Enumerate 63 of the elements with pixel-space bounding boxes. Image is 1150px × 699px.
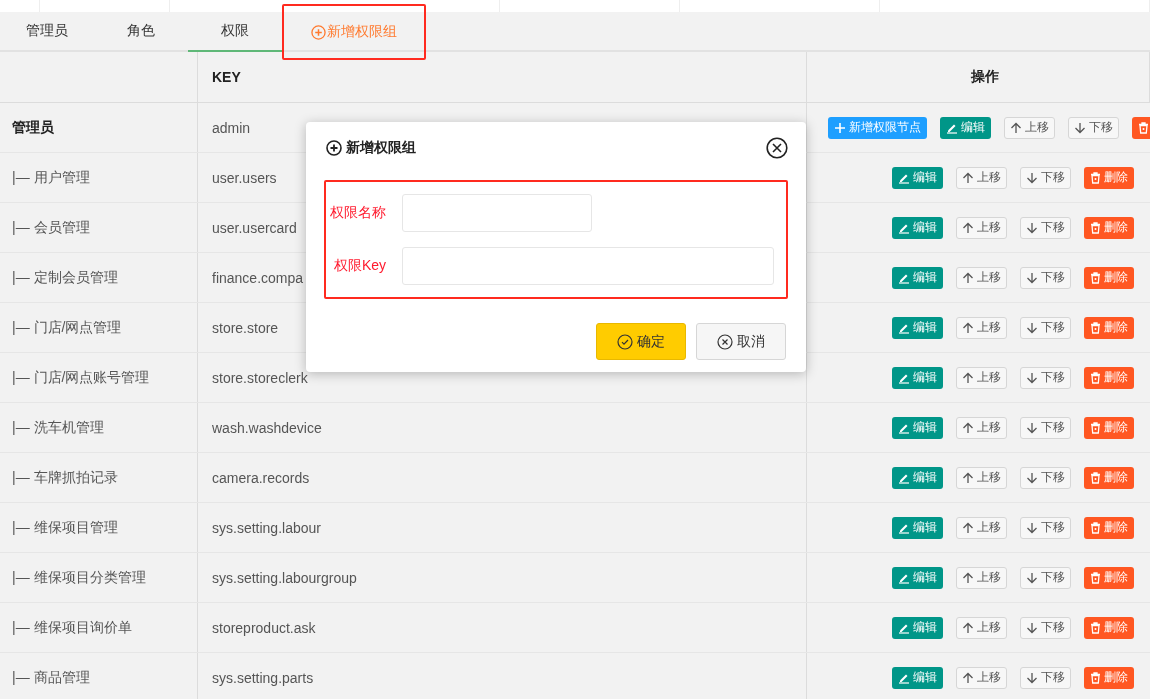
edit-button[interactable]: 编辑 <box>892 316 943 339</box>
permission-name: |— 门店/网点账号管理 <box>0 353 198 402</box>
move-down-button[interactable]: 下移 <box>1020 466 1071 489</box>
edit-button[interactable]: 编辑 <box>892 416 943 439</box>
permission-key: storeproduct.ask <box>198 603 807 652</box>
permission-name: |— 会员管理 <box>0 203 198 252</box>
edit-button[interactable]: 编辑 <box>892 366 943 389</box>
move-down-button[interactable]: 下移 <box>1020 316 1071 339</box>
permission-name: |— 门店/网点管理 <box>0 303 198 352</box>
edit-button[interactable]: 编辑 <box>892 516 943 539</box>
field-label: 权限Key <box>332 257 387 275</box>
permission-key: sys.setting.labourgroup <box>198 553 807 602</box>
edit-button[interactable]: 编辑 <box>892 616 943 639</box>
move-down-button[interactable]: 下移 <box>1020 566 1071 589</box>
tab[interactable]: 权限 <box>188 12 282 52</box>
move-down-button[interactable]: 下移 <box>1020 666 1071 689</box>
column-header: KEY <box>198 52 807 102</box>
permission-key: sys.setting.labour <box>198 503 807 552</box>
move-up-button[interactable]: 上移 <box>956 516 1007 539</box>
tab[interactable]: 角色 <box>94 12 188 52</box>
move-up-button[interactable]: 上移 <box>956 616 1007 639</box>
move-down-button[interactable]: 下移 <box>1020 416 1071 439</box>
move-up-button[interactable]: 上移 <box>956 316 1007 339</box>
move-up-button[interactable]: 上移 <box>956 416 1007 439</box>
permission-key: sys.setting.parts <box>198 653 807 699</box>
cancel-button[interactable]: 取消 <box>696 323 786 360</box>
edit-button[interactable]: 编辑 <box>940 116 991 139</box>
permission-name: |— 维保项目分类管理 <box>0 553 198 602</box>
confirm-button[interactable]: 确定 <box>596 323 686 360</box>
move-down-button[interactable]: 下移 <box>1068 116 1119 139</box>
move-up-button[interactable]: 上移 <box>956 466 1007 489</box>
edit-button[interactable]: 编辑 <box>892 216 943 239</box>
edit-button[interactable]: 编辑 <box>892 166 943 189</box>
move-up-button[interactable]: 上移 <box>956 666 1007 689</box>
move-up-button[interactable]: 上移 <box>1004 116 1055 139</box>
move-up-button[interactable]: 上移 <box>956 216 1007 239</box>
permission-name: |— 用户管理 <box>0 153 198 202</box>
field-label: 权限名称 <box>329 204 387 222</box>
permission-name: |— 洗车机管理 <box>0 403 198 452</box>
move-down-button[interactable]: 下移 <box>1020 266 1071 289</box>
tab[interactable]: 管理员 <box>0 12 94 52</box>
move-down-button[interactable]: 下移 <box>1020 616 1071 639</box>
move-down-button[interactable]: 下移 <box>1020 366 1071 389</box>
move-up-button[interactable]: 上移 <box>956 166 1007 189</box>
move-up-button[interactable]: 上移 <box>956 266 1007 289</box>
move-down-button[interactable]: 下移 <box>1020 216 1071 239</box>
move-up-button[interactable]: 上移 <box>956 566 1007 589</box>
permission-name: |— 车牌抓拍记录 <box>0 453 198 502</box>
permission-name: |— 定制会员管理 <box>0 253 198 302</box>
edit-button[interactable]: 编辑 <box>892 466 943 489</box>
edit-button[interactable]: 编辑 <box>892 566 943 589</box>
permission-name: 管理员 <box>0 103 198 152</box>
move-up-button[interactable]: 上移 <box>956 366 1007 389</box>
permission-name: |— 维保项目管理 <box>0 503 198 552</box>
permission-key: wash.washdevice <box>198 403 807 452</box>
permission-name: |— 商品管理 <box>0 653 198 699</box>
move-down-button[interactable]: 下移 <box>1020 166 1071 189</box>
edit-button[interactable]: 编辑 <box>892 666 943 689</box>
edit-button[interactable]: 编辑 <box>892 266 943 289</box>
move-down-button[interactable]: 下移 <box>1020 516 1071 539</box>
column-header: 操作 <box>807 52 1150 102</box>
permission-key: camera.records <box>198 453 807 502</box>
permission-name: |— 维保项目询价单 <box>0 603 198 652</box>
